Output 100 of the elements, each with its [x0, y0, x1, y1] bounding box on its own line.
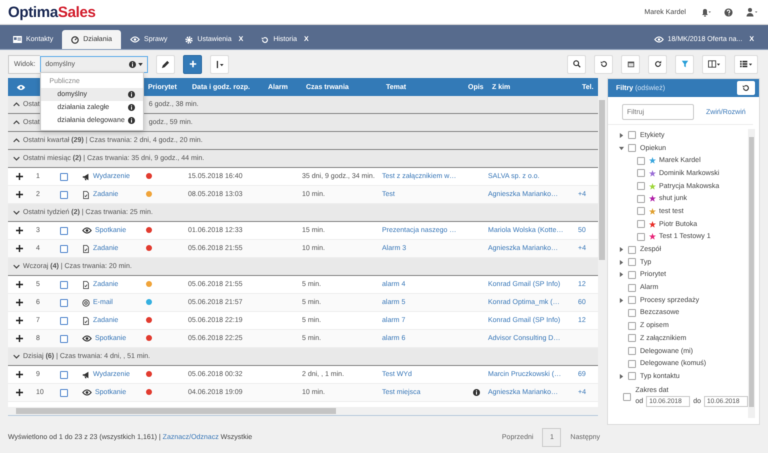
eye-icon [130, 36, 140, 43]
calendar-icon [626, 60, 634, 68]
triangle-right-icon[interactable] [619, 374, 624, 379]
eye-icon[interactable] [16, 84, 26, 90]
triangle-right-icon[interactable] [619, 272, 624, 278]
calendar-button[interactable] [621, 54, 640, 74]
expand-icon[interactable] [16, 191, 23, 198]
chevron-up-icon[interactable] [13, 102, 20, 107]
expand-icon[interactable] [16, 227, 23, 234]
document-icon [82, 190, 90, 198]
chevron-up-icon[interactable] [13, 120, 20, 125]
undo-button[interactable] [594, 54, 613, 74]
checkbox[interactable] [637, 220, 645, 228]
checkbox[interactable] [628, 246, 636, 254]
expand-icon[interactable] [16, 335, 23, 342]
list-view-button[interactable] [734, 54, 758, 74]
checkbox[interactable] [60, 370, 68, 378]
user-icon[interactable] [746, 7, 758, 17]
refresh-button[interactable] [648, 54, 667, 74]
checkbox[interactable] [637, 169, 645, 178]
caret-icon [138, 62, 144, 66]
bar-caret-icon [215, 60, 224, 68]
checkbox[interactable] [60, 388, 68, 396]
checkbox[interactable] [60, 226, 68, 234]
expand-icon[interactable] [16, 371, 23, 378]
document-icon [82, 280, 90, 288]
checkbox[interactable] [628, 360, 636, 368]
checkbox[interactable] [60, 190, 68, 198]
checkbox[interactable] [60, 244, 68, 252]
checkbox[interactable] [628, 334, 636, 342]
checkbox[interactable] [60, 334, 68, 342]
expand-icon[interactable] [16, 299, 23, 306]
checkbox[interactable] [628, 308, 636, 317]
vertical-scrollbar[interactable] [748, 129, 755, 418]
columns-button[interactable] [702, 54, 726, 74]
checkbox[interactable] [637, 207, 645, 216]
checkbox[interactable] [60, 172, 68, 180]
triangle-right-icon[interactable] [619, 298, 624, 303]
chevron-down-icon[interactable] [13, 264, 20, 269]
edit-button[interactable] [156, 54, 176, 74]
logo: OptimaSales [8, 4, 96, 20]
history-icon [261, 36, 270, 44]
reset-button[interactable] [737, 81, 755, 95]
gauge-icon [71, 36, 80, 44]
search-button[interactable] [567, 54, 586, 74]
refresh-icon [654, 60, 662, 68]
triangle-right-icon[interactable] [619, 247, 624, 252]
checkbox[interactable] [60, 298, 68, 306]
triangle-down-icon[interactable] [619, 146, 624, 151]
eye-icon [654, 36, 664, 43]
undo-icon [600, 60, 608, 68]
eye-icon [82, 227, 92, 234]
triangle-right-icon[interactable] [619, 260, 624, 265]
pencil-icon [161, 60, 170, 68]
plus-icon [188, 60, 197, 68]
info-icon[interactable] [472, 389, 480, 396]
checkbox[interactable] [628, 270, 636, 279]
checkbox[interactable] [628, 258, 636, 266]
checkbox[interactable] [628, 131, 636, 140]
expand-icon[interactable] [16, 281, 23, 288]
checkbox[interactable] [628, 322, 636, 330]
document-icon [82, 244, 90, 252]
checkbox[interactable] [628, 347, 636, 356]
checkbox[interactable] [628, 372, 636, 380]
checkbox[interactable] [637, 182, 645, 190]
chevron-down-icon[interactable] [13, 354, 20, 359]
checkbox[interactable] [637, 156, 645, 165]
info-icon [128, 116, 136, 124]
chevron-down-icon[interactable] [13, 210, 20, 215]
filter-button[interactable] [675, 54, 694, 74]
info-icon [128, 104, 136, 110]
search-icon [572, 60, 580, 68]
checkbox[interactable] [628, 144, 636, 152]
checkbox[interactable] [628, 284, 636, 292]
expand-icon[interactable] [16, 245, 23, 252]
checkbox[interactable] [60, 280, 68, 288]
gear-icon [185, 36, 194, 44]
checkbox[interactable] [637, 194, 645, 203]
undo-icon [742, 84, 750, 92]
expand-icon[interactable] [16, 317, 23, 324]
filter-icon [680, 60, 688, 68]
expand-icon[interactable] [16, 389, 23, 396]
eye-icon [82, 389, 92, 396]
document-icon [82, 316, 90, 324]
eye-icon [82, 335, 92, 342]
megaphone-icon [82, 172, 90, 180]
checkbox[interactable] [623, 392, 632, 401]
expand-icon[interactable] [16, 173, 23, 180]
checkbox[interactable] [628, 296, 636, 304]
help-icon[interactable] [724, 8, 733, 16]
checkbox[interactable] [60, 316, 68, 324]
card-icon [13, 36, 22, 43]
add-button[interactable] [183, 54, 202, 74]
megaphone-icon [82, 370, 90, 378]
column-menu-button[interactable] [210, 54, 230, 74]
chevron-up-icon[interactable] [13, 138, 20, 143]
triangle-right-icon[interactable] [619, 132, 624, 138]
checkbox[interactable] [637, 232, 645, 241]
columns-icon [708, 60, 720, 68]
chevron-down-icon[interactable] [13, 156, 20, 161]
